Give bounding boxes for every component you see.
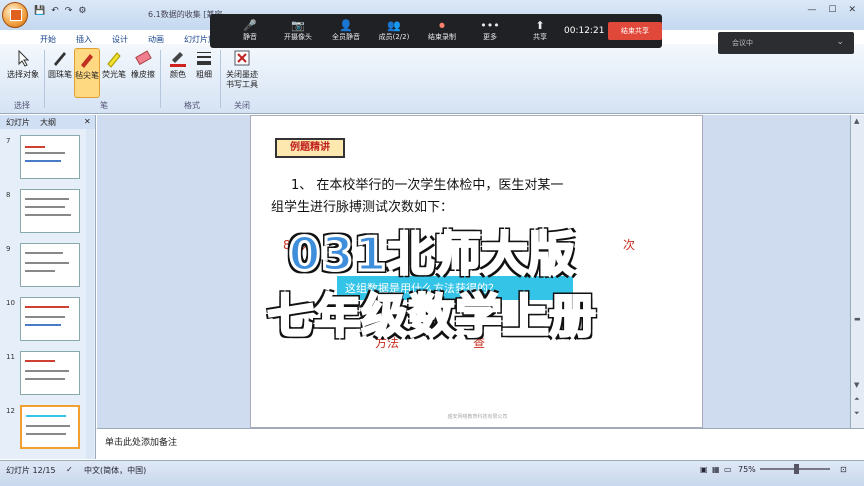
color-icon (168, 48, 188, 68)
customize-icon[interactable]: ⚙ (78, 6, 86, 16)
close-button[interactable]: ✕ (848, 5, 856, 15)
felt-pen-button[interactable]: 毡尖笔 (74, 48, 100, 98)
color-button[interactable]: 颜色 (166, 48, 190, 80)
thickness-icon (194, 48, 214, 68)
ballpoint-pen-button[interactable]: 圆珠笔 (48, 48, 72, 80)
meeting-toolbar: 🎤 静音 📷 开摄像头 👤 全员静音 👥 成员(2/2) ⏺ 结束录制 ••• 更多 ⬆ 共享… (210, 14, 662, 48)
record-icon: ⏺ (439, 19, 445, 32)
group-label-select: 选择 (14, 101, 30, 110)
mic-icon: 🎤 (243, 19, 257, 32)
meeting-timer: 00:12:21 (564, 26, 605, 36)
question-line-2: 组学生进行脉搏测试次数如下： (271, 200, 454, 215)
close-icon[interactable]: ✕ (84, 117, 91, 126)
end-share-button[interactable]: 结束共享 (608, 22, 662, 40)
mute-all-button[interactable]: 👤 全员静音 (326, 19, 366, 42)
close-ink-tools-button[interactable]: 关闭墨迹书写工具 (224, 48, 260, 90)
ribbon: 选择对象 圆珠笔 毡尖笔 荧光笔 橡皮擦 颜色 粗细 关闭墨迹书写工具 选择 笔… (0, 44, 864, 114)
chevron-down-icon: ⌄ (836, 37, 844, 47)
video-title-line-1: 031北师大版 (287, 226, 576, 283)
zoom-slider-knob[interactable] (794, 464, 799, 474)
fit-window-icon[interactable]: ⊡ (840, 465, 847, 474)
group-label-pen: 笔 (100, 101, 108, 110)
next-slide-icon[interactable]: ⏷ (854, 409, 860, 418)
thickness-button[interactable]: 粗细 (192, 48, 216, 80)
close-ink-icon (232, 48, 252, 68)
mute-all-icon: 👤 (339, 19, 353, 32)
undo-icon[interactable]: ↶ (51, 6, 59, 16)
zoom-level[interactable]: 75% (738, 465, 756, 474)
meeting-status: 会议中 (732, 39, 753, 47)
eraser-icon (133, 48, 153, 68)
highlighter-button[interactable]: 荧光笔 (102, 48, 126, 80)
slide-footer: 盛安网络教育科技有限公司 (447, 414, 508, 420)
divider (44, 50, 45, 108)
quick-access-toolbar: 💾 ↶ ↷ ⚙ (34, 6, 86, 16)
slide-thumbnail[interactable]: 7 (2, 135, 92, 183)
group-label-close: 关闭 (234, 101, 250, 110)
members-button[interactable]: 👥 成员(2/2) (374, 19, 414, 42)
highlighter-icon (104, 48, 124, 68)
maximize-button[interactable]: ☐ (828, 5, 836, 15)
window-controls: — ☐ ✕ (807, 5, 856, 15)
example-banner: 例题精讲 (275, 138, 345, 158)
more-button[interactable]: ••• 更多 (470, 19, 510, 42)
share-icon: ⬆ (535, 19, 545, 32)
end-record-button[interactable]: ⏺ 结束录制 (422, 19, 462, 42)
share-button[interactable]: ⬆ 共享 (520, 19, 560, 42)
notes-pane[interactable]: 单击此处添加备注 (97, 428, 864, 460)
normal-view-icon[interactable]: ▣ (700, 465, 708, 474)
group-label-format: 格式 (184, 101, 200, 110)
slides-pane-tabs: 幻灯片 大纲 ✕ (0, 115, 95, 129)
tab-slides[interactable]: 幻灯片 (6, 117, 30, 128)
select-object-button[interactable]: 选择对象 (6, 48, 40, 80)
camera-button[interactable]: 📷 开摄像头 (278, 19, 318, 42)
members-icon: 👥 (387, 19, 401, 32)
redo-icon[interactable]: ↷ (65, 6, 73, 16)
meeting-status-badge[interactable]: 会议中 ⌄ (718, 32, 854, 54)
select-arrow-icon (13, 48, 33, 68)
question-line-1: 1、 在本校举行的一次学生体检中，医生对某一 (291, 178, 564, 193)
slideshow-view-icon[interactable]: ▭ (724, 465, 732, 474)
mute-button[interactable]: 🎤 静音 (230, 19, 270, 42)
minimize-button[interactable]: — (807, 5, 816, 15)
sorter-view-icon[interactable]: ▦ (712, 465, 720, 474)
video-title-line-2: 七年级数学上册 (266, 288, 597, 345)
language-indicator[interactable]: 中文(简体，中国) (84, 465, 146, 476)
save-icon[interactable]: 💾 (34, 6, 45, 16)
prev-slide-icon[interactable]: ⏶ (854, 395, 860, 404)
divider (160, 50, 161, 108)
eraser-button[interactable]: 橡皮擦 (130, 48, 156, 80)
scroll-down-icon[interactable]: ▼ (854, 381, 859, 389)
scroll-up-icon[interactable]: ▲ (854, 117, 859, 125)
divider (220, 50, 221, 108)
ballpoint-pen-icon (50, 48, 70, 68)
status-bar: 幻灯片 12/15 ✓ 中文(简体，中国) ▣ ▦ ▭ 75% ⊡ (0, 460, 864, 486)
spellcheck-icon[interactable]: ✓ (66, 465, 73, 474)
tab-outline[interactable]: 大纲 (40, 117, 56, 128)
more-icon: ••• (480, 19, 500, 32)
slide-counter: 幻灯片 12/15 (6, 466, 56, 475)
felt-pen-icon (77, 49, 97, 69)
slide-thumbnail-selected[interactable]: 12 (2, 405, 92, 453)
office-button[interactable] (2, 2, 28, 28)
notes-placeholder: 单击此处添加备注 (105, 438, 178, 448)
slide-thumbnail[interactable]: 11 (2, 351, 92, 399)
camera-icon: 📷 (291, 19, 305, 32)
